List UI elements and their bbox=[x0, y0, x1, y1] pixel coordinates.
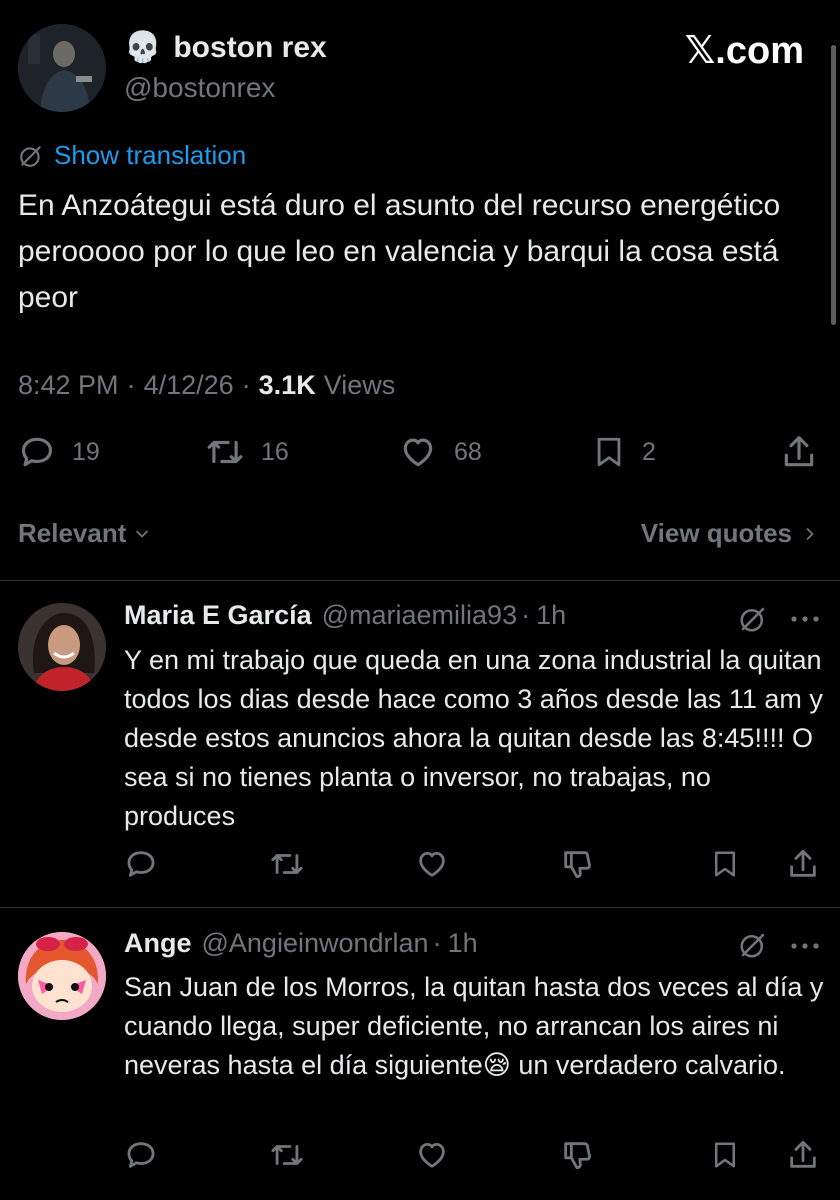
translate-button[interactable] bbox=[738, 930, 768, 960]
x-site-label: 𝕏.com bbox=[684, 30, 804, 72]
meta-separator: · bbox=[241, 370, 251, 400]
divider bbox=[0, 907, 840, 908]
reply-avatar[interactable] bbox=[18, 932, 106, 1020]
like-action[interactable]: 68 bbox=[398, 433, 482, 471]
dislike-action[interactable] bbox=[560, 1138, 594, 1172]
sort-label: Relevant bbox=[18, 518, 127, 548]
share-button[interactable] bbox=[786, 847, 820, 881]
skull-icon: 💀 bbox=[124, 31, 162, 64]
reply-action[interactable] bbox=[124, 847, 158, 881]
sort-dropdown[interactable]: Relevant bbox=[18, 518, 152, 549]
views-count[interactable]: 3.1K bbox=[259, 370, 316, 401]
meta-separator: · bbox=[126, 370, 136, 400]
scrollbar-thumb[interactable] bbox=[831, 45, 836, 325]
more-options-button[interactable] bbox=[790, 614, 820, 624]
share-icon bbox=[790, 1140, 816, 1168]
translate-icon bbox=[20, 145, 41, 167]
repost-icon bbox=[207, 440, 243, 464]
reply-action[interactable]: 19 bbox=[18, 433, 100, 471]
repost-icon bbox=[271, 854, 303, 874]
author-avatar[interactable] bbox=[18, 24, 106, 112]
reply-separator: · bbox=[432, 928, 442, 958]
reply-text: Y en mi trabajo que queda en una zona in… bbox=[124, 645, 823, 831]
repost-count: 16 bbox=[261, 437, 289, 466]
author-handle[interactable]: @bostonrex bbox=[124, 72, 327, 104]
reply-avatar[interactable] bbox=[18, 603, 106, 691]
reply-display-name[interactable]: Maria E García bbox=[124, 600, 312, 631]
author-header: 💀 boston rex @bostonrex bbox=[124, 30, 327, 104]
reply-avatar-image bbox=[18, 603, 106, 691]
share-button[interactable] bbox=[780, 433, 818, 471]
chevron-down-icon bbox=[136, 530, 149, 537]
reply-handle[interactable]: @Angieinwondrlan bbox=[202, 928, 429, 959]
reply-avatar-image bbox=[18, 932, 106, 1020]
thumbs-down-icon bbox=[564, 1142, 591, 1170]
views-label: Views bbox=[323, 370, 396, 400]
reply-text: San Juan de los Morros, la quitan hasta … bbox=[124, 972, 824, 1080]
like-action[interactable] bbox=[414, 847, 450, 881]
like-count: 68 bbox=[454, 437, 482, 466]
translate-icon bbox=[740, 607, 765, 632]
bookmark-action[interactable] bbox=[710, 1138, 740, 1172]
share-icon bbox=[790, 849, 816, 877]
author-avatar-image bbox=[18, 24, 106, 112]
more-icon bbox=[791, 943, 819, 949]
bookmark-count: 2 bbox=[642, 437, 656, 466]
tweet-time[interactable]: 8:42 PM bbox=[18, 370, 119, 401]
share-button[interactable] bbox=[786, 1138, 820, 1172]
like-action[interactable] bbox=[414, 1138, 450, 1172]
repost-action[interactable] bbox=[268, 1138, 306, 1172]
heart-icon bbox=[403, 438, 433, 467]
bookmark-action[interactable]: 2 bbox=[592, 433, 656, 471]
bookmark-icon bbox=[715, 1142, 735, 1168]
bookmark-icon bbox=[597, 437, 621, 467]
tweet-text: En Anzoátegui está duro el asunto del re… bbox=[18, 189, 781, 314]
bookmark-icon bbox=[715, 851, 735, 877]
chevron-right-icon bbox=[806, 527, 814, 540]
divider bbox=[0, 580, 840, 581]
reply-time[interactable]: 1h bbox=[536, 600, 566, 631]
reply-header: Ange @Angieinwondrlan · 1h bbox=[124, 928, 478, 959]
thumbs-down-icon bbox=[564, 851, 591, 879]
share-icon bbox=[784, 436, 814, 467]
reply-header: Maria E García @mariaemilia93 · 1h bbox=[124, 600, 566, 631]
tweet-date[interactable]: 4/12/26 bbox=[144, 370, 234, 401]
reply-display-name[interactable]: Ange bbox=[124, 928, 192, 959]
reply-icon bbox=[127, 1142, 155, 1168]
show-translation-label: Show translation bbox=[54, 140, 247, 170]
repost-action[interactable] bbox=[268, 847, 306, 881]
dislike-action[interactable] bbox=[560, 847, 594, 881]
reply-time[interactable]: 1h bbox=[448, 928, 478, 959]
more-options-button[interactable] bbox=[790, 941, 820, 951]
show-translation-link[interactable]: Show translation bbox=[18, 140, 246, 171]
reply-handle[interactable]: @mariaemilia93 bbox=[322, 600, 517, 631]
heart-icon bbox=[419, 1142, 445, 1168]
reply-icon bbox=[127, 851, 155, 877]
author-display-name[interactable]: boston rex bbox=[173, 30, 326, 66]
reply-action[interactable] bbox=[124, 1138, 158, 1172]
repost-icon bbox=[271, 1145, 303, 1165]
heart-icon bbox=[419, 851, 445, 877]
bookmark-action[interactable] bbox=[710, 847, 740, 881]
reply-icon bbox=[21, 437, 53, 467]
translate-button[interactable] bbox=[738, 604, 768, 634]
more-icon bbox=[791, 616, 819, 622]
reply-count: 19 bbox=[72, 437, 100, 466]
translate-icon bbox=[740, 933, 765, 958]
reply-separator: · bbox=[521, 600, 531, 630]
tweet-meta: 8:42 PM · 4/12/26 · 3.1K Views bbox=[18, 370, 395, 401]
repost-action[interactable]: 16 bbox=[203, 433, 289, 471]
view-quotes-link[interactable]: View quotes bbox=[641, 518, 820, 549]
view-quotes-label: View quotes bbox=[640, 518, 792, 548]
